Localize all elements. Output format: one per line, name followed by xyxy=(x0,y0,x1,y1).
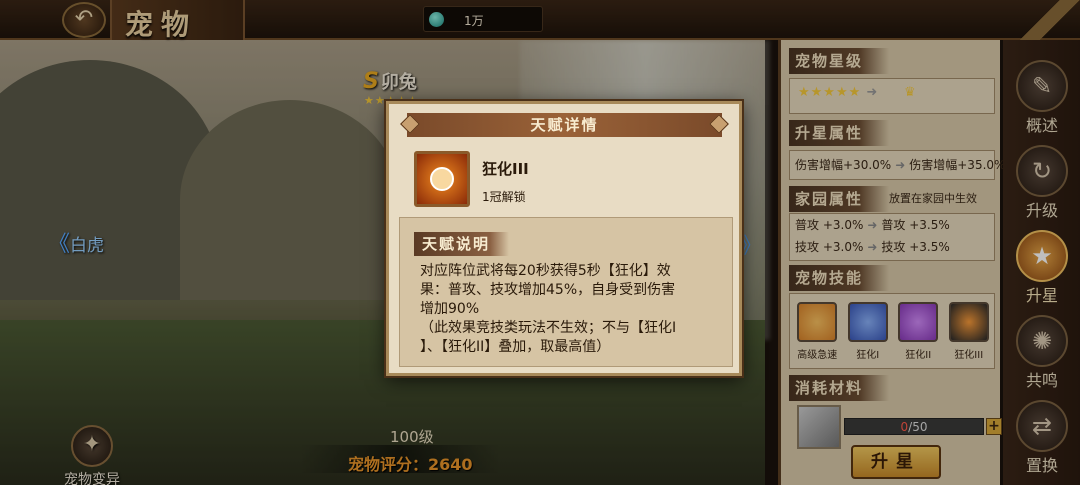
rabbit-icon xyxy=(430,167,454,191)
dialog-title: 天赋详情 xyxy=(530,116,599,134)
talent-unlock: 1冠解锁 xyxy=(482,190,526,204)
rabbit-talent-icon xyxy=(414,151,470,207)
desc-line: 增加90% xyxy=(420,301,480,317)
game-screen: ↶ 宠物 1万 S卯兔 ★★★★★ 《白虎 》 ✦ 宠物变异 100级 宠物评分… xyxy=(0,0,1080,485)
diamond-ornament-icon xyxy=(400,114,420,134)
dialog-header: 天赋详情 xyxy=(400,113,729,137)
talent-description-box: 天赋说明 对应阵位武将每20秒获得5秒【狂化】效 果：普攻、技攻增加45%，自身… xyxy=(399,217,733,367)
talent-detail-dialog: 天赋详情 狂化III 1冠解锁 天赋说明 对应阵位武将每20秒获得5秒【狂化】效… xyxy=(386,101,742,376)
desc-text: 对应阵位武将每20秒获得5秒【狂化】效 果：普攻、技攻增加45%，自身受到伤害 … xyxy=(420,262,726,357)
desc-line: 果：普攻、技攻增加45%，自身受到伤害 xyxy=(420,282,676,298)
desc-line: 】、【狂化II】叠加，取最高值） xyxy=(420,339,611,355)
talent-name: 狂化III xyxy=(482,160,529,178)
desc-line: （此效果竞技类玩法不生效；不与【狂化I xyxy=(420,320,677,336)
desc-line: 对应阵位武将每20秒获得5秒【狂化】效 xyxy=(420,263,671,279)
desc-title: 天赋说明 xyxy=(414,232,509,256)
diamond-ornament-icon xyxy=(709,114,729,134)
